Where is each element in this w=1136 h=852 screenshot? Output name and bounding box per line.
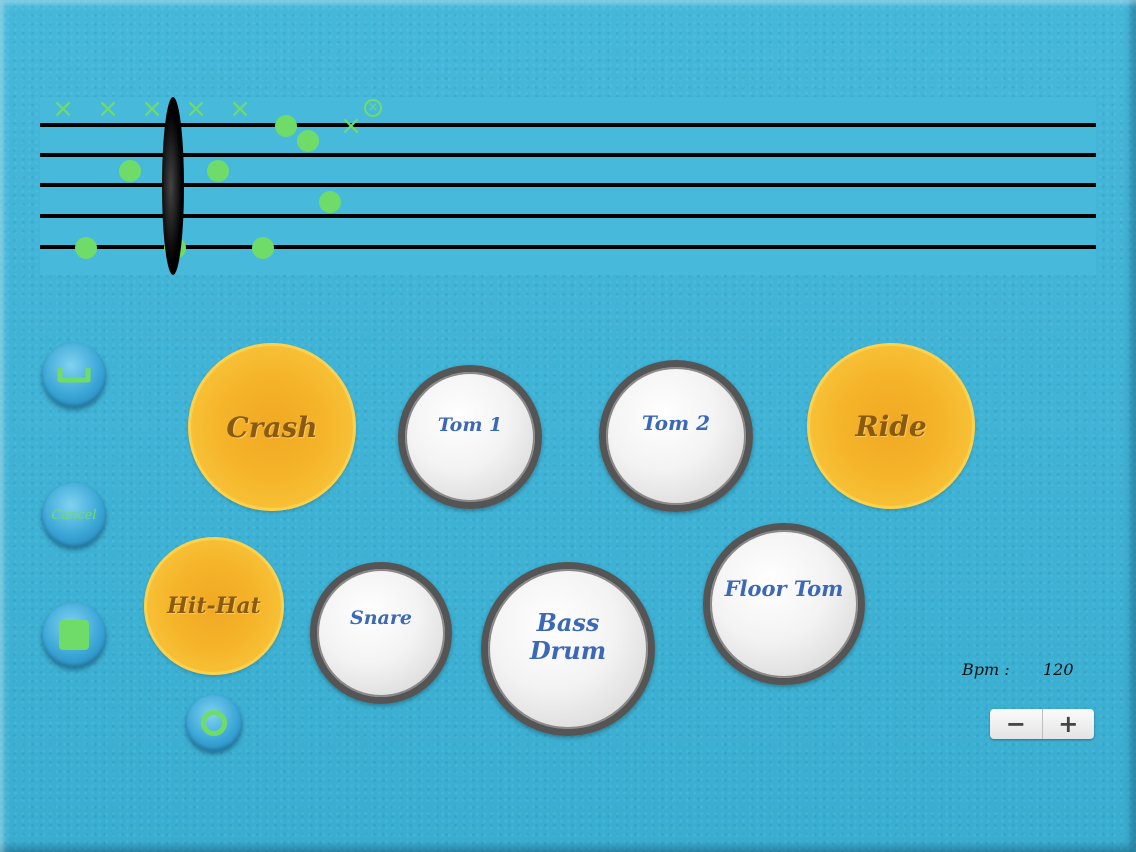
hihat-label: Hit-Hat bbox=[167, 593, 261, 619]
bass-note[interactable] bbox=[252, 237, 274, 259]
floor-tom-label: Floor Tom bbox=[724, 575, 844, 601]
cancel-button[interactable]: Cancel bbox=[42, 483, 106, 547]
hihat-note[interactable]: × bbox=[97, 96, 119, 122]
hihat-note[interactable]: × bbox=[229, 96, 251, 122]
tom1-label: Tom 1 bbox=[437, 414, 503, 437]
playhead-cursor[interactable] bbox=[162, 97, 184, 275]
floor-tom-note[interactable] bbox=[319, 191, 341, 213]
bpm-decrease-button[interactable]: − bbox=[990, 709, 1042, 739]
tom2-label: Tom 2 bbox=[642, 410, 710, 435]
bass-drum-label-line1: Bass bbox=[536, 608, 600, 638]
ride-label: Ride bbox=[855, 409, 927, 443]
ride-note[interactable]: × bbox=[340, 113, 362, 139]
bass-drum-label-line2: Drum bbox=[529, 636, 607, 665]
tom1-pad[interactable]: Tom 1 bbox=[398, 365, 542, 509]
bpm-increase-button[interactable]: + bbox=[1043, 709, 1095, 739]
bass-note[interactable] bbox=[75, 237, 97, 259]
record-button[interactable] bbox=[186, 695, 242, 751]
hihat-note[interactable]: × bbox=[185, 96, 207, 122]
bass-drum-pad[interactable]: Bass Drum bbox=[481, 562, 655, 736]
tom-note[interactable] bbox=[297, 130, 319, 152]
record-ring-icon bbox=[201, 710, 227, 736]
staff-line bbox=[40, 153, 1096, 157]
staff-line bbox=[40, 214, 1096, 218]
snare-note[interactable] bbox=[207, 160, 229, 182]
hihat-pad[interactable]: Hit-Hat bbox=[144, 537, 284, 675]
hihat-note[interactable]: × bbox=[52, 96, 74, 122]
snare-note[interactable] bbox=[119, 160, 141, 182]
cancel-label: Cancel bbox=[51, 507, 97, 523]
stop-button[interactable] bbox=[42, 603, 106, 667]
tom2-pad[interactable]: Tom 2 bbox=[599, 360, 753, 512]
crash-cymbal-pad[interactable]: Crash bbox=[188, 343, 356, 511]
tray-button[interactable] bbox=[42, 343, 106, 407]
bpm-value: 120 bbox=[1043, 660, 1074, 679]
crash-label: Crash bbox=[226, 410, 318, 444]
bpm-label: Bpm : bbox=[962, 660, 1010, 679]
stop-square-icon bbox=[59, 620, 89, 650]
floor-tom-pad[interactable]: Floor Tom bbox=[703, 523, 865, 685]
crash-note[interactable]: × bbox=[364, 99, 382, 117]
hihat-note[interactable]: × bbox=[141, 96, 163, 122]
tom-note[interactable] bbox=[275, 115, 297, 137]
bpm-stepper[interactable]: − + bbox=[990, 709, 1094, 739]
staff-line bbox=[40, 183, 1096, 187]
snare-pad[interactable]: Snare bbox=[310, 562, 452, 704]
staff-line bbox=[40, 245, 1096, 249]
ride-cymbal-pad[interactable]: Ride bbox=[807, 343, 975, 509]
snare-label: Snare bbox=[350, 607, 412, 630]
bass-drum-label: Bass Drum bbox=[530, 609, 606, 664]
tray-icon bbox=[57, 368, 91, 383]
